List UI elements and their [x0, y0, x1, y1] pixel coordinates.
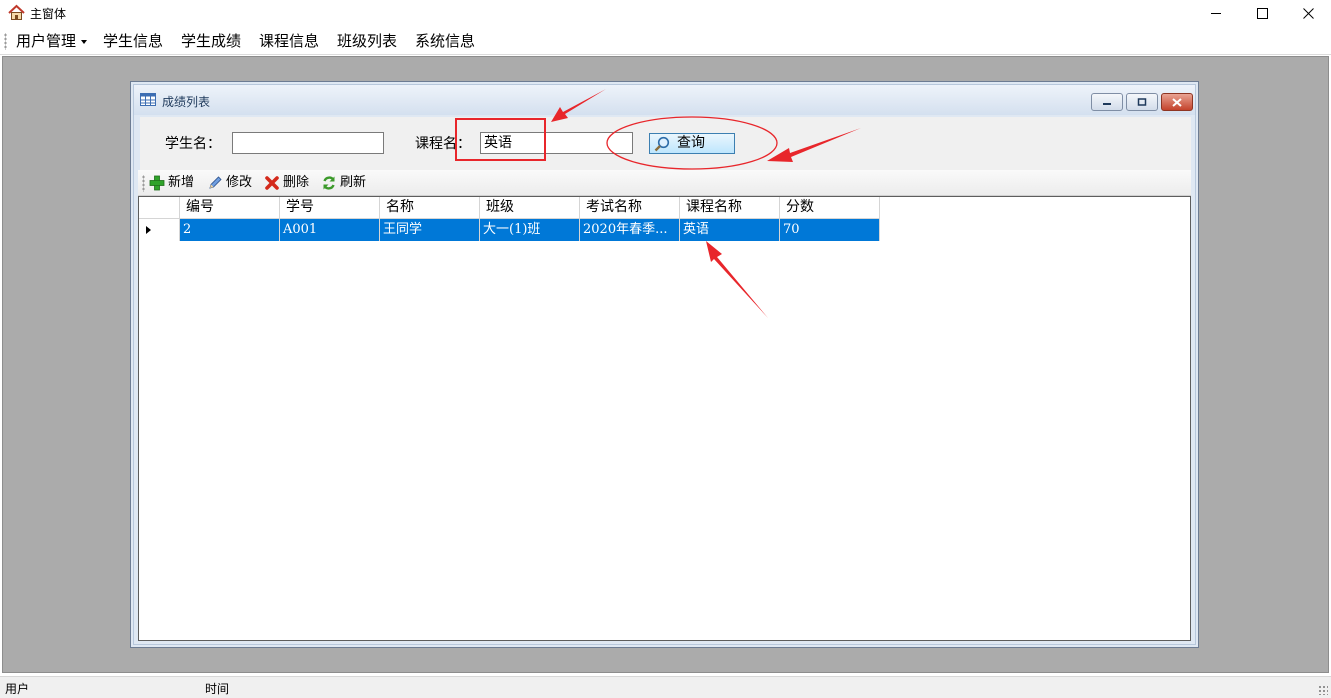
minimize-icon: [1210, 12, 1221, 14]
cell-course-name[interactable]: 英语: [680, 219, 780, 241]
toolbar-grip: [142, 175, 145, 192]
menu-user-management-label: 用户管理: [16, 32, 77, 50]
close-icon: [1172, 97, 1182, 107]
column-header-score[interactable]: 分数: [780, 197, 880, 219]
edit-label: 修改: [226, 175, 253, 190]
cell-score[interactable]: 70: [780, 219, 880, 241]
status-user: 用户: [5, 682, 30, 696]
row-header[interactable]: [139, 219, 180, 241]
cell-name[interactable]: 王同学: [380, 219, 480, 241]
student-name-label: 学生名：: [165, 136, 221, 152]
student-name-input[interactable]: [232, 132, 384, 154]
menu-student-scores[interactable]: 学生成绩: [181, 31, 241, 51]
course-name-input[interactable]: 英语: [480, 132, 633, 154]
grid-header: 编号 学号 名称 班级 考试名称 课程名称 分数: [139, 197, 880, 219]
close-button[interactable]: [1285, 0, 1331, 26]
search-icon: [654, 136, 670, 152]
cell-exam-name[interactable]: 2020年春季...: [580, 219, 680, 241]
query-button[interactable]: 查询: [649, 133, 735, 154]
refresh-label: 刷新: [340, 175, 367, 190]
column-header-exam-name[interactable]: 考试名称: [580, 197, 680, 219]
close-icon: [1302, 7, 1314, 19]
current-row-arrow-icon: [146, 226, 151, 234]
menu-system-info[interactable]: 系统信息: [415, 31, 475, 51]
resize-grip-icon[interactable]: [1318, 685, 1328, 695]
status-time: 时间: [205, 682, 230, 696]
cell-class[interactable]: 大一(1)班: [480, 219, 580, 241]
table-row[interactable]: 2 A001 王同学 大一(1)班 2020年春季... 英语 70: [139, 219, 880, 241]
restore-icon: [1137, 98, 1147, 106]
home-icon: [8, 4, 25, 20]
main-title-bar: 主窗体: [0, 0, 1331, 26]
column-header-class[interactable]: 班级: [480, 197, 580, 219]
child-restore-button[interactable]: [1126, 93, 1158, 111]
column-header-id[interactable]: 编号: [180, 197, 280, 219]
scores-grid[interactable]: 编号 学号 名称 班级 考试名称 课程名称 分数 2 A001 王同学 大一(1…: [138, 196, 1191, 641]
chevron-down-icon: [81, 39, 88, 44]
minimize-icon: [1103, 103, 1111, 105]
refresh-icon: [323, 176, 335, 190]
grid-toolbar: 新增 修改 删除 刷新: [138, 170, 1191, 196]
add-icon: [149, 175, 165, 191]
query-button-label: 查询: [677, 135, 705, 151]
menu-course-info[interactable]: 课程信息: [259, 31, 319, 51]
column-header-student-no[interactable]: 学号: [280, 197, 380, 219]
child-window-title: 成绩列表: [162, 95, 211, 109]
cell-student-no[interactable]: A001: [280, 219, 380, 241]
pencil-icon: [209, 176, 222, 189]
menu-class-list[interactable]: 班级列表: [337, 31, 397, 51]
maximize-button[interactable]: [1239, 0, 1285, 26]
minimize-button[interactable]: [1193, 0, 1239, 26]
table-icon: [140, 93, 156, 106]
window-title: 主窗体: [30, 7, 67, 21]
menu-grip: [4, 33, 7, 50]
maximize-icon: [1256, 7, 1268, 19]
grid-corner-cell: [139, 197, 180, 219]
course-name-label: 课程名：: [415, 136, 471, 152]
delete-icon: [265, 176, 279, 190]
add-label: 新增: [168, 175, 195, 190]
column-header-course-name[interactable]: 课程名称: [680, 197, 780, 219]
menu-bar: 用户管理 学生信息 学生成绩 课程信息 班级列表 系统信息: [0, 27, 1331, 55]
child-close-button[interactable]: [1161, 93, 1193, 111]
status-bar: 用户 时间: [0, 676, 1331, 698]
cell-id[interactable]: 2: [180, 219, 280, 241]
column-header-name[interactable]: 名称: [380, 197, 480, 219]
child-title-bar[interactable]: 成绩列表: [134, 85, 1195, 115]
delete-label: 删除: [283, 175, 310, 190]
menu-student-info[interactable]: 学生信息: [103, 31, 163, 51]
menu-user-management[interactable]: 用户管理: [16, 31, 88, 51]
child-minimize-button[interactable]: [1091, 93, 1123, 111]
